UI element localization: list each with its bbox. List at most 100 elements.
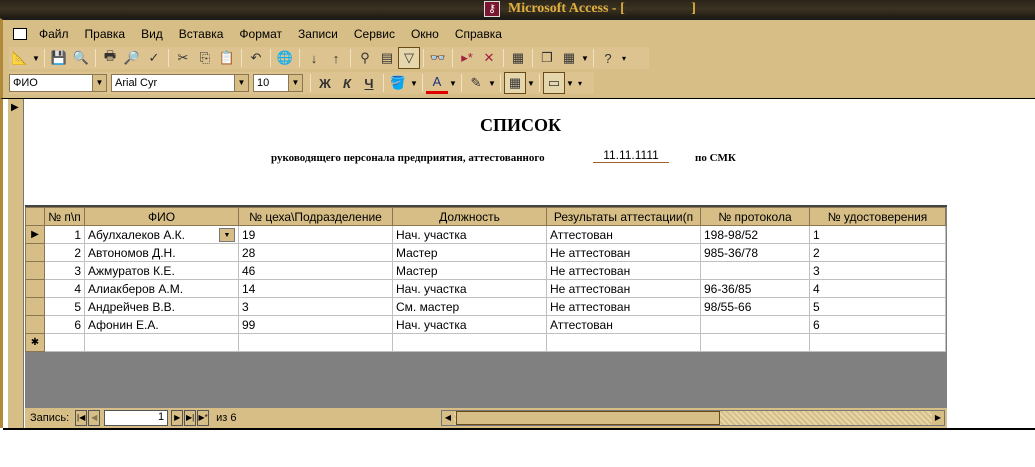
cell-col-protocol[interactable] — [700, 261, 810, 280]
menu-view[interactable]: Вид — [133, 27, 171, 41]
gridlines-icon[interactable]: ▦ — [504, 72, 526, 94]
new-record-icon[interactable]: ✱ — [25, 333, 45, 352]
column-header-col-department[interactable]: № цеха\Подразделение — [238, 207, 393, 226]
new-object-icon[interactable]: ▦ — [558, 47, 580, 69]
cell-col-certificate[interactable]: 3 — [809, 261, 946, 280]
date-field[interactable]: 11.11.1111 — [593, 148, 669, 163]
table-row[interactable]: ▶ 1 Абулхалеков А.К. ▼ 19 Нач. участка Аттесто… — [25, 225, 946, 244]
cell-col-certificate[interactable]: 1 — [809, 225, 946, 244]
table-row[interactable]: 3 Ажмуратов К.Е. 46 Мастер Не аттестован 3 — [25, 261, 946, 280]
cell-col-fio[interactable]: Алиакберов А.М. — [84, 279, 239, 298]
empty-cell[interactable] — [392, 333, 547, 352]
delete-record-icon[interactable]: ✕ — [478, 47, 500, 69]
select-all-corner[interactable] — [25, 207, 45, 226]
row-selector[interactable] — [25, 243, 45, 262]
menu-insert[interactable]: Вставка — [171, 27, 232, 41]
chevron-down-icon[interactable]: ▼ — [234, 75, 248, 91]
last-record-button[interactable]: ▶| — [184, 410, 197, 426]
cell-col-result[interactable]: Не аттестован — [546, 243, 701, 262]
table-row[interactable]: 6 Афонин Е.А. 99 Нач. участка Аттестован 6 — [25, 315, 946, 334]
database-window-icon[interactable]: ❐ — [536, 47, 558, 69]
new-object-dropdown[interactable]: ▼ — [580, 54, 590, 63]
empty-cell[interactable] — [809, 333, 946, 352]
cell-col-fio[interactable]: Абулхалеков А.К. ▼ — [84, 225, 239, 244]
undo-icon[interactable]: ↶ — [245, 47, 267, 69]
menu-format[interactable]: Формат — [231, 27, 290, 41]
scrollbar-thumb[interactable] — [456, 411, 720, 425]
cell-col-protocol[interactable]: 96-36/85 — [700, 279, 810, 298]
new-record-icon[interactable]: ▸* — [456, 47, 478, 69]
sort-descending-icon[interactable]: ↑ — [325, 47, 347, 69]
chevron-down-icon[interactable]: ▼ — [288, 75, 302, 91]
first-record-button[interactable]: |◀ — [75, 410, 88, 426]
cell-col-number[interactable]: 4 — [44, 279, 85, 298]
design-view-icon[interactable]: 📐 — [9, 47, 31, 69]
help-icon[interactable]: ? — [597, 47, 619, 69]
cut-icon[interactable]: ✂ — [172, 47, 194, 69]
spelling-icon[interactable]: ✓ — [143, 47, 165, 69]
cell-col-fio[interactable]: Ажмуратов К.Е. — [84, 261, 239, 280]
font-size-select[interactable]: 10 ▼ — [253, 74, 303, 92]
search-file-icon[interactable]: 🔍 — [70, 47, 92, 69]
font-color-icon[interactable]: A — [426, 72, 448, 94]
cell-col-position[interactable]: См. мастер — [392, 297, 547, 316]
menu-records[interactable]: Записи — [290, 27, 346, 41]
column-header-col-number[interactable]: № п\п — [44, 207, 85, 226]
cell-col-position[interactable]: Нач. участка — [392, 315, 547, 334]
cell-col-position[interactable]: Мастер — [392, 261, 547, 280]
empty-cell[interactable] — [84, 333, 239, 352]
row-selector[interactable] — [25, 279, 45, 298]
print-preview-icon[interactable]: 🔎 — [121, 47, 143, 69]
column-header-col-certificate[interactable]: № удостоверения — [809, 207, 946, 226]
cell-col-result[interactable]: Аттестован — [546, 225, 701, 244]
line-color-dropdown[interactable]: ▼ — [487, 79, 497, 88]
sort-ascending-icon[interactable]: ↓ — [303, 47, 325, 69]
cell-col-department[interactable]: 3 — [238, 297, 393, 316]
cell-col-number[interactable]: 1 — [44, 225, 85, 244]
column-header-col-protocol[interactable]: № протокола — [700, 207, 810, 226]
cell-col-result[interactable]: Не аттестован — [546, 297, 701, 316]
hyperlink-icon[interactable]: 🌐 — [274, 47, 296, 69]
table-row[interactable]: 5 Андрейчев В.В. 3 См. мастер Не аттестован 9… — [25, 297, 946, 316]
cell-col-certificate[interactable]: 5 — [809, 297, 946, 316]
new-record-row[interactable]: ✱ — [25, 333, 946, 352]
cell-col-position[interactable]: Мастер — [392, 243, 547, 262]
menu-tools[interactable]: Сервис — [346, 27, 403, 41]
cell-col-position[interactable]: Нач. участка — [392, 225, 547, 244]
toolbar-options-icon[interactable]: ▾ — [575, 79, 585, 88]
save-icon[interactable]: 💾 — [48, 47, 70, 69]
print-icon[interactable]: 🖶 — [99, 47, 121, 69]
toolbar-options-icon[interactable]: ▾ — [619, 54, 629, 63]
menu-help[interactable]: Справка — [447, 27, 510, 41]
cell-col-department[interactable]: 28 — [238, 243, 393, 262]
empty-cell[interactable] — [700, 333, 810, 352]
view-dropdown[interactable]: ▼ — [31, 54, 41, 63]
cell-col-result[interactable]: Аттестован — [546, 315, 701, 334]
row-selector[interactable] — [25, 261, 45, 280]
fill-color-icon[interactable]: 🪣 — [387, 72, 409, 94]
font-select[interactable]: Arial Cyr ▼ — [111, 74, 249, 92]
row-selector[interactable]: ▶ — [25, 225, 45, 244]
new-record-button[interactable]: ▶* — [197, 410, 210, 426]
table-row[interactable]: 2 Автономов Д.Н. 28 Мастер Не аттестован 985-… — [25, 243, 946, 262]
cell-col-department[interactable]: 46 — [238, 261, 393, 280]
special-effect-icon[interactable]: ▭ — [543, 72, 565, 94]
form-record-selector[interactable]: ▶ — [8, 99, 24, 429]
record-number-input[interactable]: 1 — [104, 410, 169, 426]
chevron-down-icon[interactable]: ▼ — [92, 75, 106, 91]
row-selector[interactable] — [25, 315, 45, 334]
font-color-dropdown[interactable]: ▼ — [448, 79, 458, 88]
fio-combo-dropdown-icon[interactable]: ▼ — [219, 227, 235, 242]
menu-window[interactable]: Окно — [403, 27, 447, 41]
cell-col-protocol[interactable]: 98/55-66 — [700, 297, 810, 316]
cell-col-number[interactable]: 6 — [44, 315, 85, 334]
empty-cell[interactable] — [546, 333, 701, 352]
properties-icon[interactable]: ▦ — [507, 47, 529, 69]
cell-col-department[interactable]: 99 — [238, 315, 393, 334]
filter-by-selection-icon[interactable]: ⚲ — [354, 47, 376, 69]
italic-button[interactable]: К — [336, 72, 358, 94]
cell-col-certificate[interactable]: 4 — [809, 279, 946, 298]
empty-cell[interactable] — [238, 333, 393, 352]
cell-col-number[interactable]: 3 — [44, 261, 85, 280]
copy-icon[interactable]: ⎘ — [194, 47, 216, 69]
